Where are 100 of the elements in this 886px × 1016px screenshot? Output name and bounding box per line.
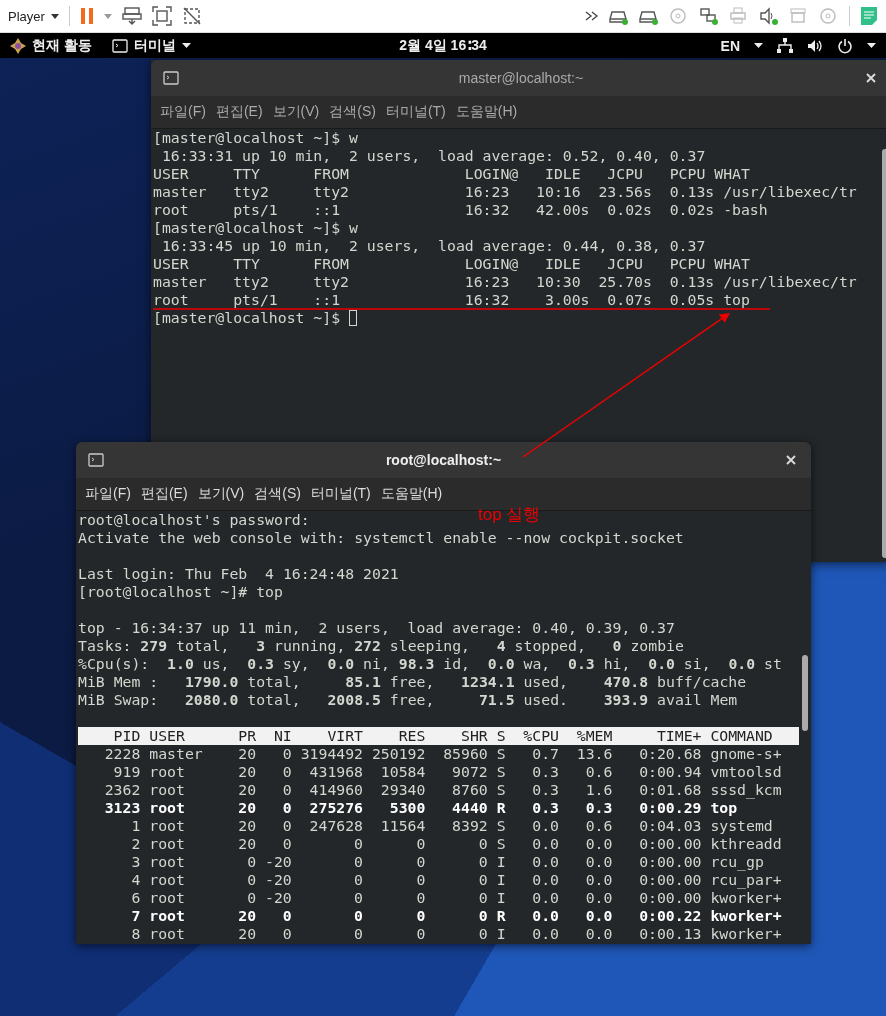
- table-cell-text: 9072: [451, 763, 488, 781]
- logo-icon[interactable]: [10, 37, 26, 54]
- table-cell-text: root: [148, 763, 186, 781]
- table-cell-text: 0.0: [531, 871, 559, 889]
- terminal-line: USER TTY FROM LOGIN@ IDLE JCPU PCPU WHAT: [153, 165, 750, 183]
- table-cell-text: 20: [237, 817, 257, 835]
- column-header: NI: [256, 727, 292, 745]
- table-cell-text: 0:00.00: [638, 853, 702, 871]
- table-cell-text: 0: [246, 853, 257, 871]
- table-cell-text: 275276: [308, 799, 364, 817]
- table-cell-text: 0: [477, 889, 488, 907]
- send-keys-icon[interactable]: [121, 6, 142, 26]
- table-cell-text: root: [148, 925, 186, 943]
- table-cell-text: 919: [112, 763, 141, 781]
- power-icon[interactable]: [837, 37, 853, 54]
- terminal-line: top - 16:34:37 up 11 min, 2 users, load average: 0.40, 0.39, 0.37: [78, 619, 675, 637]
- table-cell-text: 6: [130, 889, 141, 907]
- table-cell-text: 2: [130, 835, 141, 853]
- menu-item[interactable]: 검색(S): [324, 103, 381, 121]
- table-cell-text: 11564: [379, 817, 426, 835]
- column-header: %MEM: [558, 727, 613, 745]
- menu-item[interactable]: 파일(F): [80, 485, 136, 503]
- table-cell-text: 0:00.13: [638, 925, 702, 943]
- table-cell-text: 13.6: [575, 745, 613, 763]
- table-cell-text: 0: [281, 907, 292, 925]
- player-menu[interactable]: Player: [8, 8, 59, 24]
- volume-icon[interactable]: [807, 38, 823, 53]
- caret-icon: [50, 13, 59, 19]
- table-cell-text: kworker+: [709, 889, 783, 907]
- table-cell-text: 8: [130, 925, 141, 943]
- column-header: SHR: [425, 727, 488, 745]
- app-menu[interactable]: 터미널: [133, 36, 176, 55]
- table-cell-text: top: [709, 799, 739, 817]
- clock[interactable]: 2월 4일 16∶34: [399, 36, 487, 53]
- terminal-line: Activate the web console with: systemctl enable --now cockpit.socket: [78, 529, 684, 547]
- table-cell-text: 20: [237, 763, 257, 781]
- table-cell-text: 3194492: [299, 745, 364, 763]
- table-cell-text: -20: [264, 853, 292, 871]
- table-cell-text: 0: [281, 817, 292, 835]
- more-icon[interactable]: [585, 11, 599, 21]
- caret-icon[interactable]: [181, 43, 191, 48]
- terminal-line: Last login: Thu Feb 4 16:24:48 2021: [78, 565, 399, 583]
- table-cell-text: 0:20.68: [638, 745, 702, 763]
- table-cell-text: 0.7: [531, 745, 559, 763]
- table-cell-text: 0: [281, 835, 292, 853]
- table-cell-text: kthreadd: [709, 835, 783, 853]
- table-cell-text: 0:00.00: [638, 889, 702, 907]
- table-cell-text: 0.6: [584, 817, 613, 835]
- column-header: RES: [363, 727, 426, 745]
- table-cell-text: 0.3: [531, 799, 559, 817]
- activities-button[interactable]: 현재 활동: [32, 36, 92, 55]
- table-cell-text: root: [148, 871, 186, 889]
- table-cell-text: systemd: [709, 817, 774, 835]
- pause-icon[interactable]: [79, 7, 94, 25]
- table-cell-text: 0: [415, 907, 426, 925]
- caret-icon[interactable]: [754, 43, 763, 48]
- menu-item[interactable]: 편집(E): [210, 103, 268, 121]
- table-cell-text: 0: [246, 889, 257, 907]
- table-cell-text: I: [495, 925, 506, 943]
- table-cell-text: kworker+: [709, 907, 783, 925]
- sound-icon[interactable]: [759, 6, 779, 26]
- menu-item[interactable]: 도움말(H): [450, 103, 523, 121]
- table-cell-text: 85960: [442, 745, 488, 763]
- table-cell-text: 0: [353, 907, 364, 925]
- table-cell-text: master: [148, 745, 204, 763]
- terminal-line: USER TTY FROM LOGIN@ IDLE JCPU PCPU WHAT: [153, 255, 750, 273]
- table-cell-text: 0: [353, 853, 364, 871]
- menu-item[interactable]: 터미널(T): [380, 103, 451, 121]
- table-cell-text: root: [148, 907, 186, 925]
- scrollbar-thumb[interactable]: [802, 655, 808, 731]
- table-cell-text: 8760: [451, 781, 488, 799]
- menu-item[interactable]: 보기(V): [192, 485, 250, 503]
- table-cell-text: S: [495, 763, 506, 781]
- menu-item[interactable]: 터미널(T): [305, 485, 376, 503]
- table-cell-text: 20: [237, 799, 257, 817]
- table-cell-text: 0: [477, 907, 488, 925]
- table-cell-text: rcu_gp: [709, 853, 765, 871]
- terminal-line: master tty2 tty2 16:23 10:16 23.56s 0.13s /usr/libexec/tr: [153, 183, 857, 201]
- menu-item[interactable]: 보기(V): [267, 103, 325, 121]
- table-cell-text: 0.0: [531, 853, 559, 871]
- fullscreen-icon[interactable]: [151, 6, 172, 26]
- table-cell-text: 3: [130, 853, 141, 871]
- table-cell-text: root: [148, 889, 186, 907]
- menu-item[interactable]: 편집(E): [135, 485, 193, 503]
- table-cell-text: 0.0: [584, 871, 613, 889]
- table-cell-text: 0:00.22: [638, 907, 702, 925]
- table-cell-text: 0: [415, 871, 426, 889]
- network-icon[interactable]: [777, 38, 793, 53]
- table-cell-text: R: [495, 799, 506, 817]
- table-cell-text: 247628: [308, 817, 364, 835]
- menu-item[interactable]: 파일(F): [155, 103, 211, 121]
- table-cell-text: 3123: [103, 799, 141, 817]
- menu-item[interactable]: 도움말(H): [375, 485, 448, 503]
- menu-item[interactable]: 검색(S): [249, 485, 306, 503]
- table-cell-text: 0: [281, 745, 292, 763]
- unity-icon[interactable]: [181, 6, 202, 26]
- table-cell-text: 0.3: [531, 763, 559, 781]
- caret-icon[interactable]: [867, 43, 876, 48]
- input-source[interactable]: EN: [720, 37, 740, 54]
- terminal-icon[interactable]: [111, 38, 128, 53]
